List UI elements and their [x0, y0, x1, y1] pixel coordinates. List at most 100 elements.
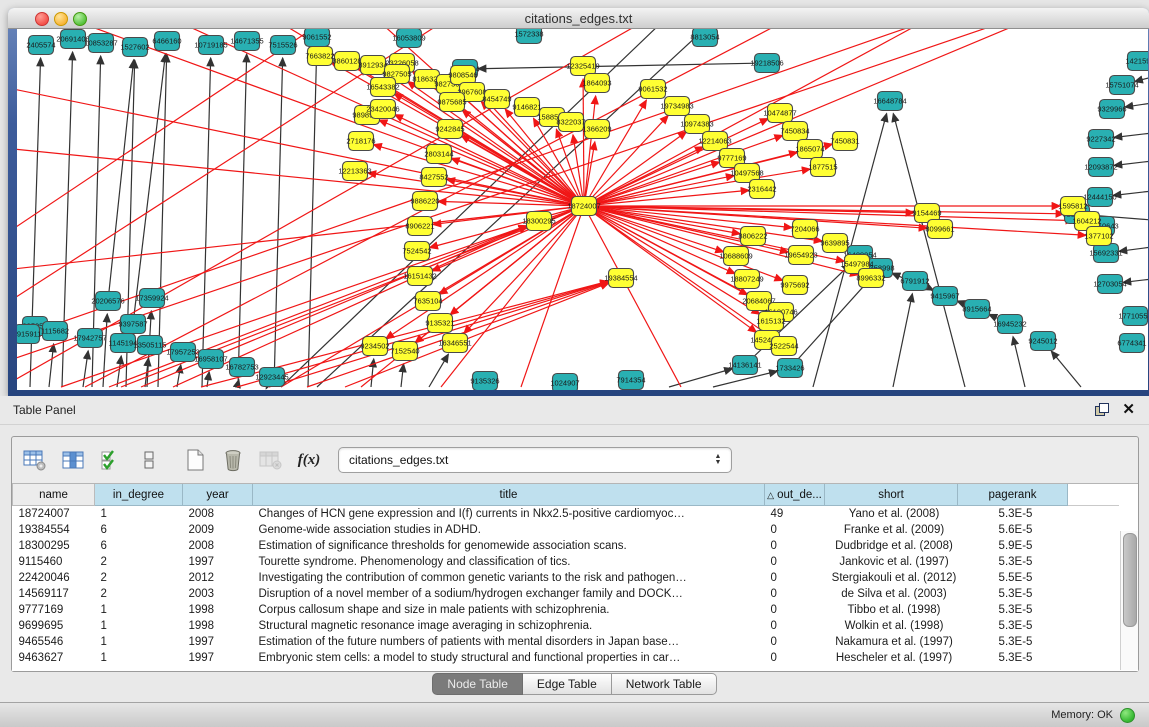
- graph-node[interactable]: 18300295: [522, 212, 555, 231]
- column-header-out_de[interactable]: △out_de...: [765, 484, 825, 506]
- graph-node[interactable]: 1527602: [120, 38, 149, 57]
- graph-node[interactable]: 10853287: [84, 34, 117, 53]
- cell-out_de[interactable]: 49: [765, 506, 825, 523]
- graph-node[interactable]: 8813054: [690, 29, 719, 47]
- graph-node[interactable]: 12444150: [1083, 188, 1116, 207]
- cell-pagerank[interactable]: 5.5E-5: [958, 570, 1068, 586]
- cell-title[interactable]: Genome-wide association studies in ADHD.: [253, 522, 765, 538]
- cell-name[interactable]: 18300295: [13, 538, 95, 554]
- graph-node[interactable]: 9886220: [410, 192, 439, 211]
- cell-year[interactable]: 1997: [183, 634, 253, 650]
- cell-name[interactable]: 14569117: [13, 586, 95, 602]
- cell-short[interactable]: de Silva et al. (2003): [825, 586, 958, 602]
- graph-node[interactable]: 19218506: [750, 54, 783, 73]
- graph-node[interactable]: 7914354: [616, 371, 645, 390]
- cell-name[interactable]: 9465546: [13, 634, 95, 650]
- memory-status-icon[interactable]: [1120, 708, 1135, 723]
- window-titlebar[interactable]: citations_edges.txt: [8, 8, 1149, 29]
- row-height-icon[interactable]: [134, 445, 164, 475]
- table-row[interactable]: 946554611997Estimation of the future num…: [13, 634, 1120, 650]
- cell-out_de[interactable]: 0: [765, 618, 825, 634]
- graph-node[interactable]: 9975692: [780, 276, 809, 295]
- cell-out_de[interactable]: 0: [765, 554, 825, 570]
- graph-node[interactable]: 12703054: [1093, 275, 1126, 294]
- graph-node[interactable]: 9808546: [448, 66, 477, 85]
- graph-node[interactable]: 9329966: [1097, 100, 1126, 119]
- tab-network-table[interactable]: Network Table: [612, 673, 717, 695]
- graph-node[interactable]: 14671355: [230, 32, 263, 51]
- graph-node[interactable]: 8860128: [332, 52, 361, 71]
- graph-node[interactable]: 8322037: [556, 113, 585, 132]
- graph-node[interactable]: 1377102: [1084, 227, 1113, 246]
- cell-name[interactable]: 9699695: [13, 618, 95, 634]
- table-row[interactable]: 946362711997Embryonic stem cells: a mode…: [13, 650, 1120, 666]
- graph-node[interactable]: 9875685: [437, 93, 466, 112]
- graph-node[interactable]: 16151432: [403, 267, 436, 286]
- cell-year[interactable]: 1997: [183, 650, 253, 666]
- cell-in_degree[interactable]: 2: [95, 586, 183, 602]
- graph-node[interactable]: 9639895: [820, 234, 849, 253]
- cell-title[interactable]: Structural magnetic resonance image aver…: [253, 618, 765, 634]
- graph-node[interactable]: 7524542: [402, 242, 431, 261]
- graph-node[interactable]: 16543382: [366, 78, 399, 97]
- cell-pagerank[interactable]: 5.3E-5: [958, 602, 1068, 618]
- graph-node[interactable]: 8915664: [962, 300, 991, 319]
- column-header-title[interactable]: title: [253, 484, 765, 506]
- graph-node[interactable]: 9242845: [435, 120, 464, 139]
- graph-node[interactable]: 2316442: [747, 180, 776, 199]
- cell-title[interactable]: Investigating the contribution of common…: [253, 570, 765, 586]
- graph-node[interactable]: 8996332: [856, 269, 885, 288]
- graph-node[interactable]: 7204066: [790, 220, 819, 239]
- graph-node[interactable]: 8906221: [405, 217, 434, 236]
- cell-short[interactable]: Stergiakouli et al. (2012): [825, 570, 958, 586]
- graph-node[interactable]: 1572338: [514, 29, 543, 44]
- graph-node[interactable]: 15751074: [1105, 76, 1138, 95]
- graph-node[interactable]: 16346551: [438, 334, 471, 353]
- cell-short[interactable]: Hescheler et al. (1997): [825, 650, 958, 666]
- cell-title[interactable]: Embryonic stem cells: a model to study s…: [253, 650, 765, 666]
- cell-out_de[interactable]: 0: [765, 522, 825, 538]
- cell-name[interactable]: 18724007: [13, 506, 95, 523]
- graph-node[interactable]: 16053809: [392, 29, 425, 48]
- column-header-short[interactable]: short: [825, 484, 958, 506]
- cell-in_degree[interactable]: 1: [95, 602, 183, 618]
- tab-edge-table[interactable]: Edge Table: [523, 673, 612, 695]
- cell-title[interactable]: Estimation of the future numbers of pati…: [253, 634, 765, 650]
- column-header-in_degree[interactable]: in_degree: [95, 484, 183, 506]
- graph-node[interactable]: 9227342: [1086, 130, 1115, 149]
- cell-pagerank[interactable]: 5.6E-5: [958, 522, 1068, 538]
- cell-in_degree[interactable]: 1: [95, 618, 183, 634]
- cell-out_de[interactable]: 0: [765, 570, 825, 586]
- graph-node[interactable]: 7515526: [268, 36, 297, 55]
- scrollbar-thumb[interactable]: [1123, 533, 1137, 627]
- cell-year[interactable]: 1997: [183, 554, 253, 570]
- graph-node[interactable]: 2718176: [346, 132, 375, 151]
- graph-node[interactable]: 19734983: [660, 97, 693, 116]
- column-header-pagerank[interactable]: pagerank: [958, 484, 1068, 506]
- cell-name[interactable]: 9777169: [13, 602, 95, 618]
- cell-out_de[interactable]: 0: [765, 538, 825, 554]
- cell-pagerank[interactable]: 5.3E-5: [958, 618, 1068, 634]
- cell-title[interactable]: Changes of HCN gene expression and I(f) …: [253, 506, 765, 523]
- graph-node[interactable]: 20206576: [91, 292, 124, 311]
- cell-name[interactable]: 22420046: [13, 570, 95, 586]
- graph-node[interactable]: 12213363: [338, 162, 371, 181]
- cell-pagerank[interactable]: 5.3E-5: [958, 506, 1068, 523]
- delete-icon[interactable]: [218, 445, 248, 475]
- table-row[interactable]: 911546021997Tourette syndrome. Phenomeno…: [13, 554, 1120, 570]
- cell-pagerank[interactable]: 5.3E-5: [958, 586, 1068, 602]
- cell-short[interactable]: Franke et al. (2009): [825, 522, 958, 538]
- graph-node[interactable]: 16958107: [194, 350, 227, 369]
- graph-node[interactable]: 3915911: [17, 325, 41, 344]
- graph-node[interactable]: 1864093: [582, 74, 611, 93]
- column-header-year[interactable]: year: [183, 484, 253, 506]
- graph-node[interactable]: 19384554: [604, 269, 637, 288]
- graph-node[interactable]: 9415967: [930, 287, 959, 306]
- table-row[interactable]: 969969511998Structural magnetic resonanc…: [13, 618, 1120, 634]
- graph-node[interactable]: 2522544: [769, 337, 798, 356]
- graph-node[interactable]: 7450834: [780, 122, 809, 141]
- graph-node[interactable]: 9397587: [118, 315, 147, 334]
- cell-short[interactable]: Tibbo et al. (1998): [825, 602, 958, 618]
- show-columns-icon[interactable]: [58, 445, 88, 475]
- graph-node[interactable]: 2803144: [424, 145, 453, 164]
